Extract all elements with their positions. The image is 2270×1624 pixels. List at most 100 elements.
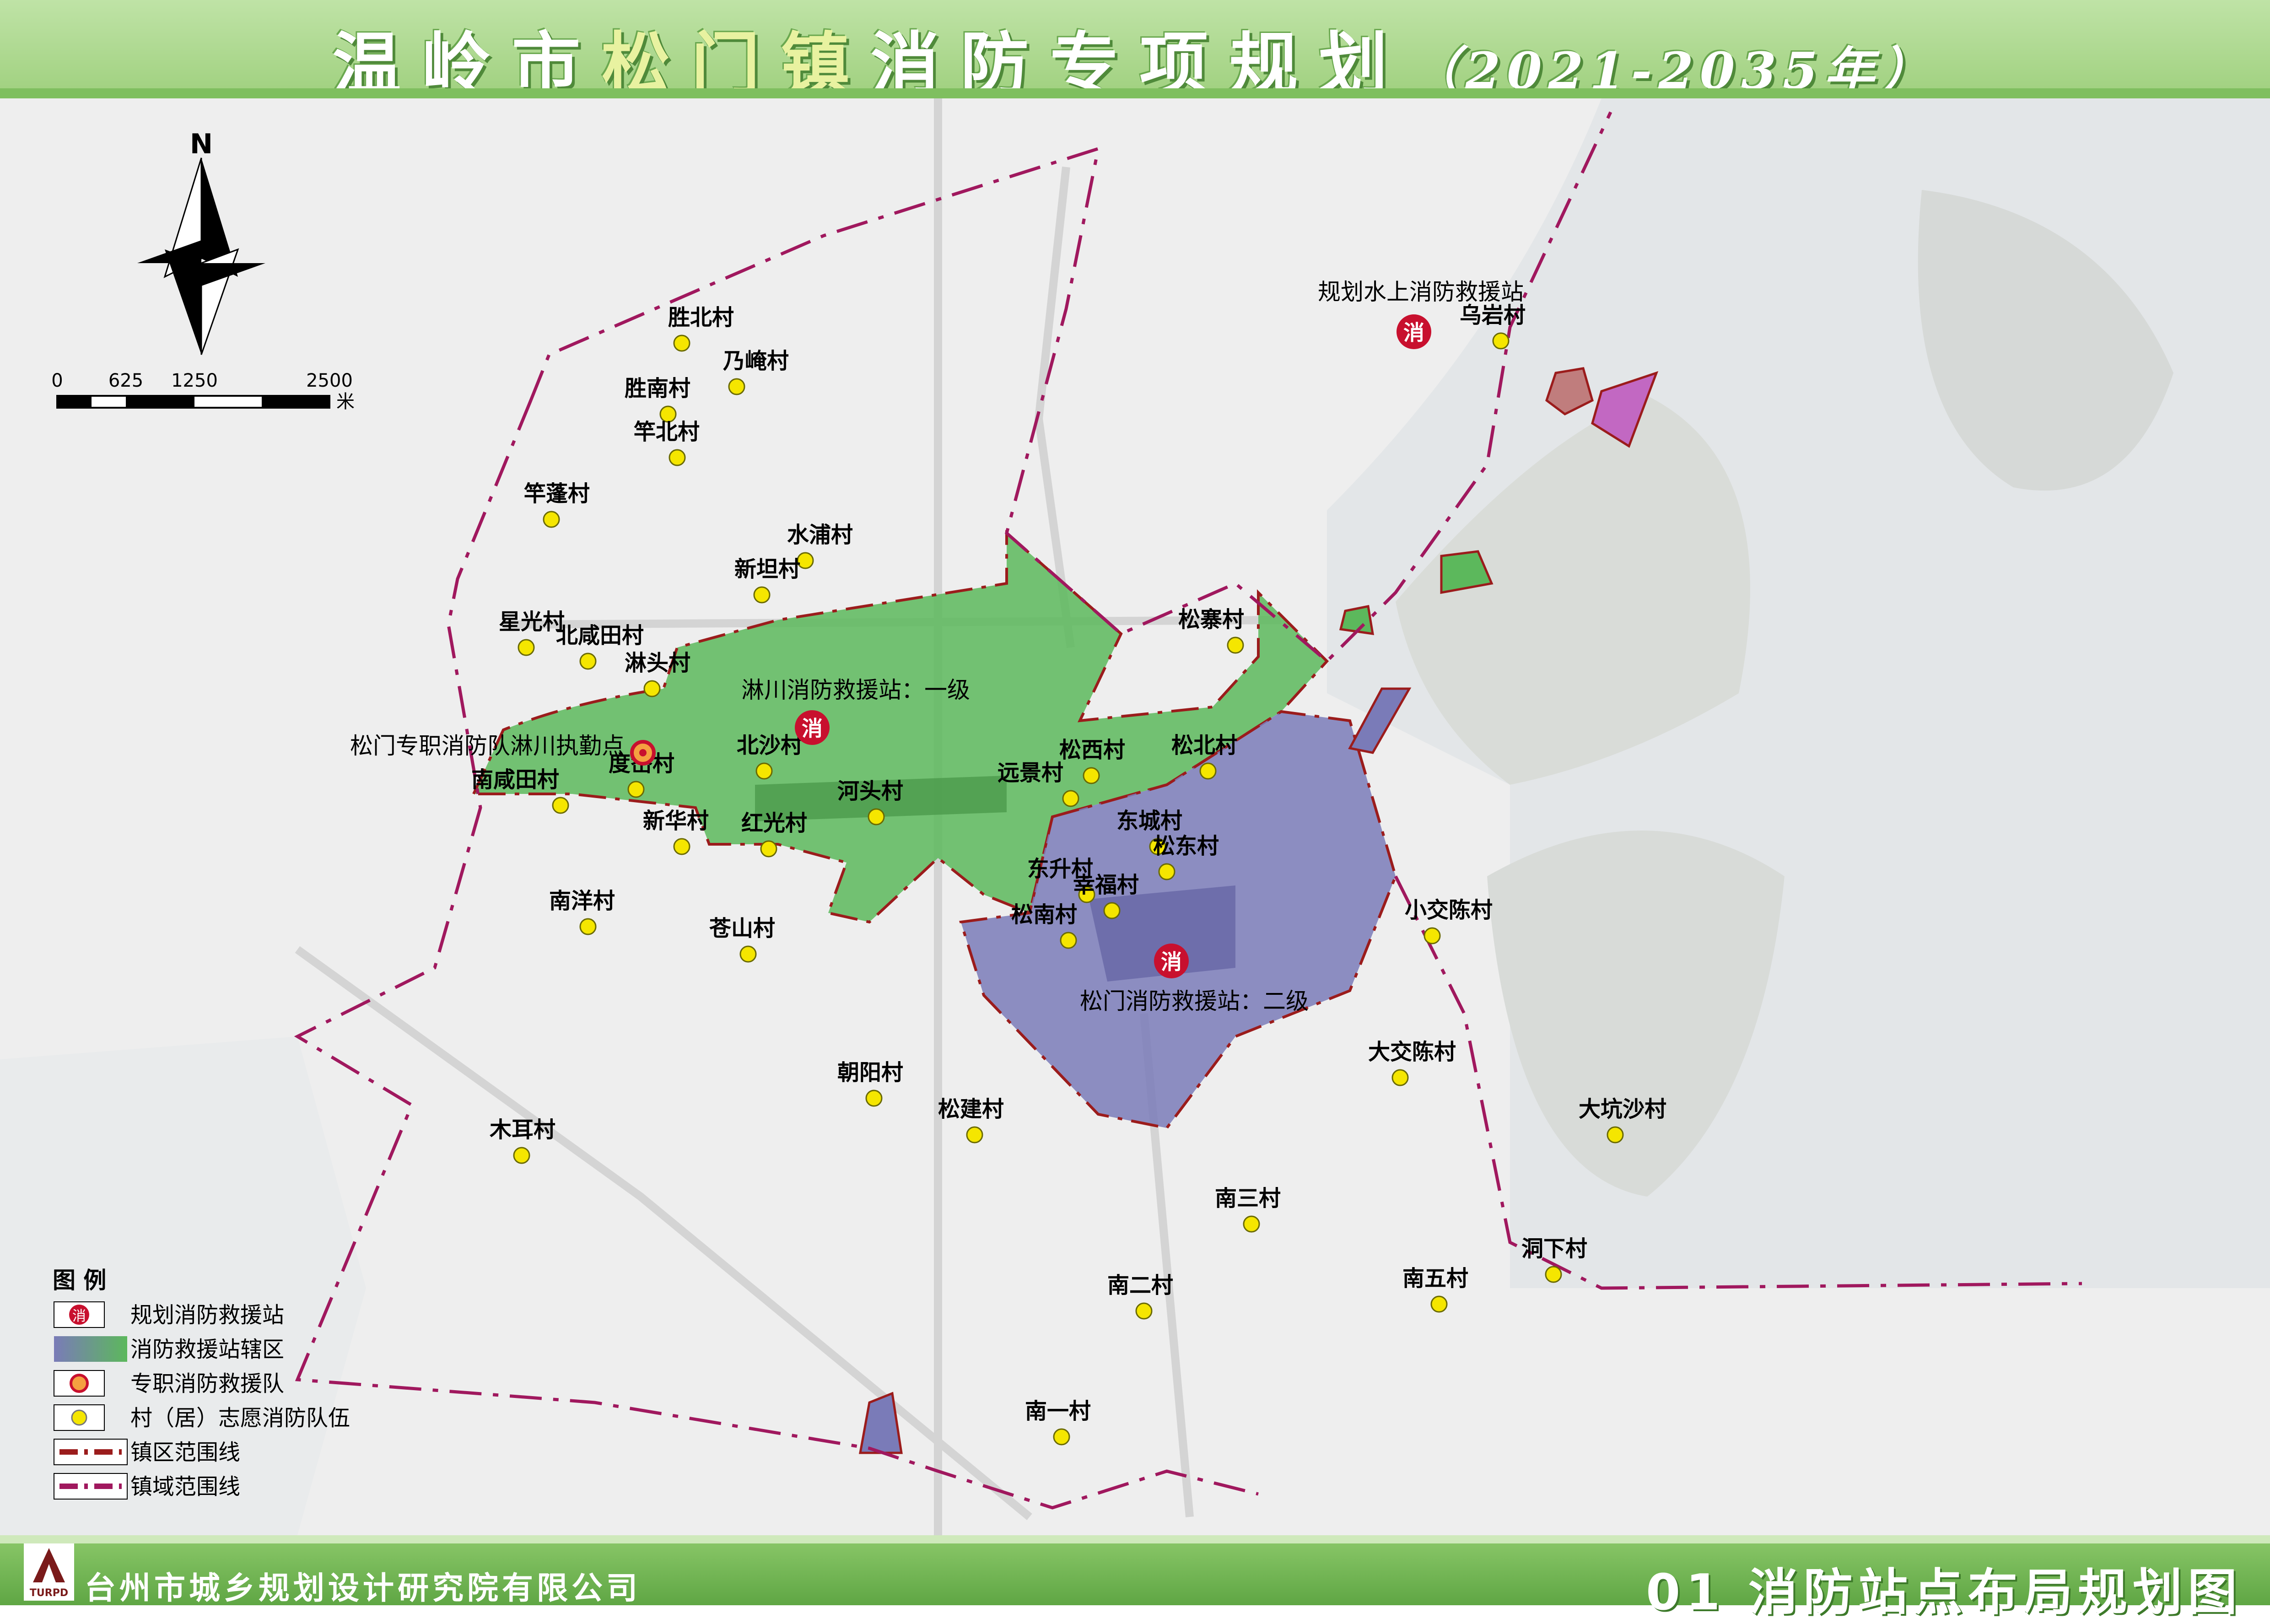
- scale-unit: 米: [336, 391, 355, 412]
- village-label: 苍山村: [709, 916, 775, 941]
- village-label: 竿蓬村: [524, 481, 590, 507]
- village-dot-icon: [1243, 1215, 1260, 1233]
- village-dot-icon: [1135, 1302, 1153, 1320]
- village-label: 淋头村: [625, 650, 690, 676]
- station-symbol: 消: [1161, 950, 1182, 974]
- village-dot-icon: [755, 762, 773, 780]
- village-label: 水浦村: [787, 522, 853, 548]
- village-dot-icon: [1607, 1126, 1624, 1144]
- legend-item-2: 专职消防救援队: [130, 1371, 284, 1397]
- legend-symbol: 消: [72, 1308, 86, 1324]
- village-dot-icon: [1423, 927, 1441, 944]
- village-dot-icon: [728, 378, 745, 395]
- village-dot-icon: [1227, 637, 1244, 654]
- village-label: 新华村: [643, 808, 709, 834]
- village-dot-icon: [865, 1090, 883, 1107]
- village-label: 大坑沙村: [1579, 1096, 1666, 1122]
- title-stripe: [0, 88, 2270, 98]
- village-dot-icon: [1062, 790, 1079, 807]
- village-label: 松东村: [1153, 833, 1219, 859]
- legend-item-5: 镇域范围线: [130, 1474, 240, 1500]
- village-label: 胜北村: [668, 305, 734, 330]
- village-label: 朝阳村: [837, 1060, 903, 1085]
- legend-district-swatch: [54, 1336, 127, 1362]
- professional-team[interactable]: 松门专职消防队淋川执勤点: [350, 733, 656, 766]
- village-label: 乌岩村: [1460, 302, 1526, 328]
- village-dot-icon: [1545, 1266, 1562, 1283]
- village-dot-icon: [868, 808, 885, 825]
- village-label: 乃崦村: [723, 348, 789, 374]
- footer-bar: TURPD 台州市城乡规划设计研究院有限公司 01 消防站点布局规划图: [0, 1535, 2270, 1621]
- village-dot-icon: [1492, 332, 1510, 350]
- scale-tick-0: 0: [51, 370, 63, 391]
- village-label: 竿北村: [634, 419, 700, 445]
- village-dot-icon: [669, 449, 686, 466]
- logo-text: TURPD: [29, 1587, 69, 1599]
- village-label: 大交陈村: [1368, 1039, 1456, 1065]
- village-label: 南三村: [1215, 1186, 1281, 1211]
- village-label: 东城村: [1116, 808, 1182, 834]
- village-dot-icon: [1053, 1428, 1070, 1446]
- village-label: 小交陈村: [1405, 897, 1493, 923]
- village-label: 胜南村: [625, 376, 690, 401]
- village-dot-icon: [627, 781, 645, 798]
- station-label: 松门消防救援站：二级: [1080, 988, 1309, 1014]
- village-dot-icon: [1103, 902, 1121, 919]
- scale-tick-3: 2500: [306, 370, 353, 391]
- village-label: 松南村: [1011, 902, 1077, 928]
- village-dot-icon: [643, 680, 661, 697]
- village-label: 南五村: [1402, 1266, 1468, 1291]
- village-label: 星光村: [499, 609, 565, 635]
- logo: TURPD: [24, 1543, 74, 1601]
- village-label: 南洋村: [549, 888, 615, 914]
- village-dot-icon: [673, 838, 690, 855]
- village-dot-icon: [1158, 863, 1175, 880]
- village-dot-icon: [1391, 1069, 1409, 1086]
- legend-item-1: 消防救援站辖区: [130, 1337, 284, 1362]
- village-label: 南二村: [1107, 1273, 1173, 1298]
- village-label: 河头村: [837, 778, 903, 804]
- station-symbol: 消: [1403, 320, 1424, 345]
- organization-name: 台州市城乡规划设计研究院有限公司: [85, 1570, 642, 1607]
- village-dot-icon: [1083, 767, 1100, 784]
- team-label: 松门专职消防队淋川执勤点: [350, 733, 625, 759]
- legend-team-icon: [70, 1374, 89, 1393]
- village-label: 洞下村: [1521, 1236, 1587, 1262]
- village-dot-icon: [579, 918, 597, 935]
- village-label: 北咸田村: [556, 623, 644, 648]
- sheet-title: 01 消防站点布局规划图: [1646, 1564, 2243, 1621]
- legend-title: 图 例: [53, 1267, 106, 1294]
- village-dot-icon: [579, 653, 597, 670]
- village-dot-icon: [673, 335, 690, 352]
- legend-village-icon: [71, 1409, 87, 1426]
- village-dot-icon: [513, 1147, 530, 1164]
- village-label: 松北村: [1171, 733, 1237, 758]
- north-label: N: [190, 128, 213, 160]
- map[interactable]: N 0 625 1250 2500 米 胜北村乃崦村胜南村竿北村竿蓬村水浦村新坦…: [0, 98, 2270, 1535]
- legend-item-4: 镇区范围线: [130, 1440, 240, 1465]
- station-label: 淋川消防救援站：一级: [741, 677, 970, 703]
- legend-item-0: 规划消防救援站: [130, 1302, 284, 1328]
- village-dot-icon: [760, 840, 777, 858]
- scale-tick-1: 625: [108, 370, 143, 391]
- village-dot-icon: [739, 945, 757, 963]
- logo-mark-icon: [33, 1548, 65, 1582]
- village-dot-icon: [1060, 932, 1077, 949]
- station-label: 规划水上消防救援站: [1318, 279, 1524, 305]
- station-symbol: 消: [802, 716, 823, 741]
- village-label: 红光村: [741, 810, 807, 836]
- village-dot-icon: [1430, 1295, 1448, 1313]
- village-label: 南咸田村: [471, 767, 559, 793]
- village-dot-icon: [543, 511, 560, 528]
- village-dot-icon: [518, 639, 535, 656]
- village-label: 松寨村: [1178, 607, 1244, 632]
- village-label: 新坦村: [734, 556, 800, 582]
- village-label: 幸福村: [1073, 872, 1139, 898]
- village-label: 北沙村: [737, 733, 803, 758]
- legend-item-3: 村（居）志愿消防队伍: [130, 1405, 350, 1431]
- footer-stripe: [0, 1535, 2270, 1543]
- village-dot-icon: [1199, 762, 1217, 780]
- village-dot-icon: [966, 1126, 983, 1144]
- village-dot-icon: [552, 797, 569, 814]
- village-label: 木耳村: [490, 1117, 555, 1143]
